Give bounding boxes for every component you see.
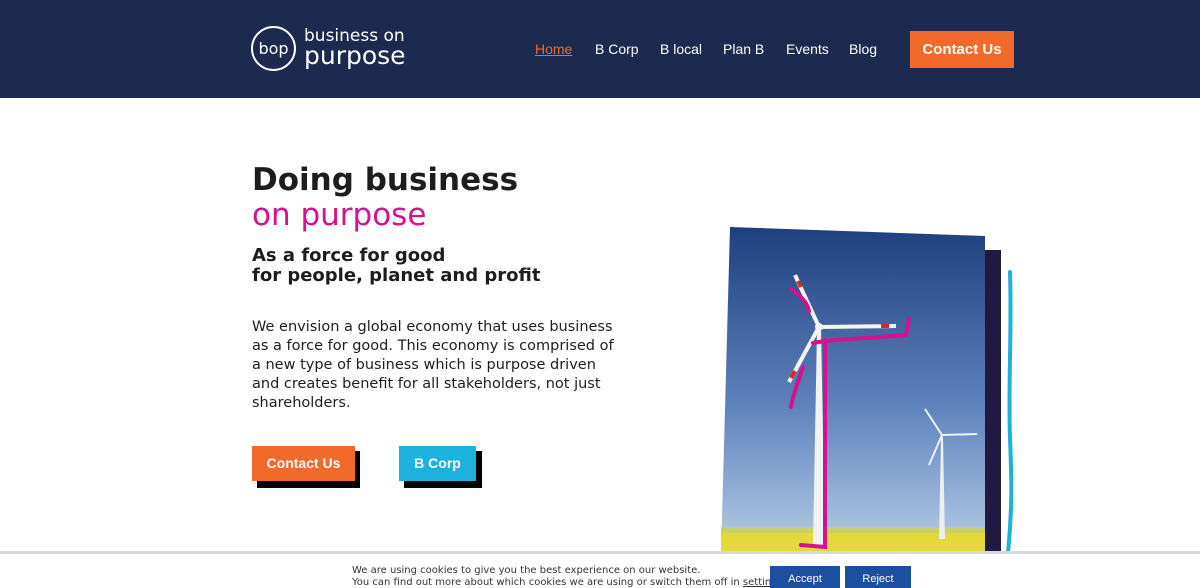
cookie-reject-button[interactable]: Reject [845,566,911,588]
nav-plan-b[interactable]: Plan B [723,41,764,57]
cookie-message-line-2: You can find out more about which cookie… [352,577,786,588]
hero-image [721,227,985,555]
hero-bcorp-button[interactable]: B Corp [399,446,476,481]
site-header: bop business on purpose Home B Corp B lo… [0,0,1200,98]
site-logo[interactable]: bop business on purpose [251,26,411,72]
header-contact-button[interactable]: Contact Us [910,31,1014,68]
hero-subtitle: As a force for good for people, planet a… [252,246,540,286]
hero-subtitle-line-1: As a force for good [252,245,446,266]
hero-title-highlight: on purpose [252,197,427,233]
cookie-accept-button[interactable]: Accept [770,566,840,588]
nav-b-local[interactable]: B local [660,41,702,57]
nav-events[interactable]: Events [786,41,829,57]
wind-turbines-photo-icon [721,227,985,555]
hero-description: We envision a global economy that uses b… [252,319,614,411]
nav-blog[interactable]: Blog [849,41,877,57]
hero-contact-button-wrap: Contact Us [252,446,360,488]
hero-contact-button[interactable]: Contact Us [252,446,355,481]
hero-title: Doing business [252,162,519,198]
nav-home[interactable]: Home [535,41,572,57]
cookie-message-line-1: We are using cookies to give you the bes… [352,565,701,576]
hero-bcorp-button-wrap: B Corp [399,446,482,488]
nav-b-corp[interactable]: B Corp [595,41,639,57]
logo-line-2: purpose [304,41,406,70]
cookie-message-prefix: You can find out more about which cookie… [352,577,743,588]
hero-subtitle-line-2: for people, planet and profit [252,265,541,286]
logo-mark: bop [251,26,296,71]
cookie-message: We are using cookies to give you the bes… [352,565,786,588]
cookie-banner: We are using cookies to give you the bes… [0,551,1200,588]
blue-squiggle-decoration [1006,270,1014,555]
